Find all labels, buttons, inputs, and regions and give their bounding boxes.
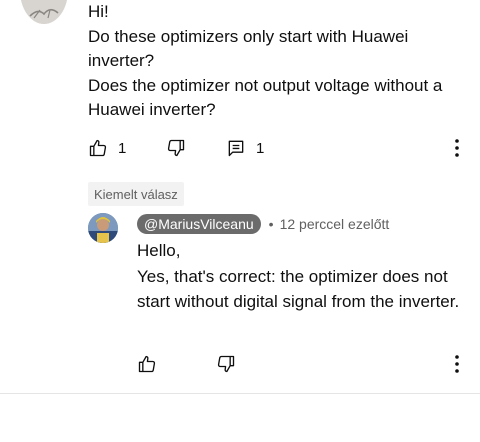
comment-line: Does the optimizer not output voltage wi… [88,75,443,120]
comment-line: Hi! [88,2,109,21]
reply-count: 1 [256,139,265,157]
reply-author-name[interactable]: @MariusVilceanu [137,214,261,234]
comment-body: Hi! Do these optimizers only start with … [88,0,468,123]
comment-line: Do these optimizers only start with Huaw… [88,26,409,71]
more-vert-icon [455,139,459,157]
reply-button[interactable]: 1 [226,136,264,160]
reply-line: Yes, that's correct: the optimizer does … [137,266,460,312]
comment-icon [228,140,244,157]
like-button[interactable]: 1 [88,136,126,160]
more-vert-icon [455,355,459,373]
reply-header: @MariusVilceanu • 12 perccel ezelőtt [137,213,389,235]
reply-body: Hello, Yes, that's correct: the optimize… [137,238,467,315]
dislike-button[interactable] [166,136,186,160]
reply-time: 12 perccel ezelőtt [279,216,390,232]
thumb-down-icon [167,139,185,157]
section-divider [0,393,480,394]
reply-author-avatar[interactable] [88,213,118,243]
highlighted-reply-badge: Kiemelt válasz [88,182,184,206]
commenter-avatar[interactable] [20,0,68,24]
like-count: 1 [118,139,127,157]
comment-more-button[interactable] [447,136,467,160]
reply-timestamp: • 12 perccel ezelőtt [269,216,390,232]
reply-dislike-button[interactable] [216,352,236,376]
thumb-up-icon [89,139,107,157]
thumb-up-icon [138,355,156,373]
reply-like-button[interactable] [137,352,157,376]
reply-more-button[interactable] [447,352,467,376]
meta-separator: • [268,216,274,232]
reply-line: Hello, [137,241,181,260]
thumb-down-icon [217,355,235,373]
